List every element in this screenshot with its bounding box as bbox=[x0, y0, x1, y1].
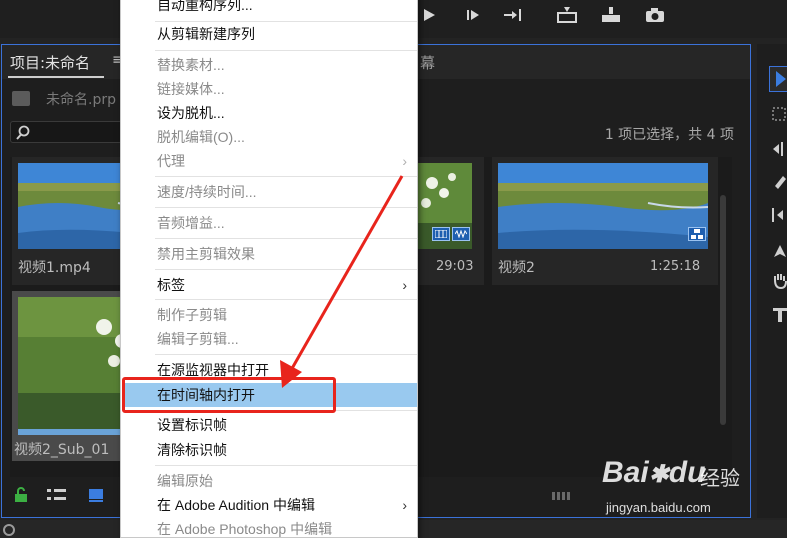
menu-item-make-subclip: 制作子剪辑 bbox=[157, 307, 227, 323]
go-to-out-icon[interactable] bbox=[502, 5, 524, 25]
menu-item-new-sequence-from-clip[interactable]: 从剪辑新建序列 bbox=[121, 22, 417, 46]
menu-item-edit-in-audition[interactable]: 在 Adobe Audition 中编辑 › bbox=[121, 493, 417, 517]
menu-item-label: 代理 bbox=[157, 153, 185, 169]
menu-item-set-poster-frame[interactable]: 设置标识帧 bbox=[121, 413, 417, 437]
search-icon bbox=[16, 125, 30, 140]
menu-separator bbox=[155, 354, 417, 355]
baidu-watermark: Bai✱du 经验 jingyan.baidu.com bbox=[602, 456, 752, 522]
project-tab-title[interactable]: 项目:未命名 bbox=[10, 52, 90, 73]
menu-item-auto-reframe[interactable]: 自动重构序列... bbox=[121, 0, 417, 17]
status-icon bbox=[2, 522, 16, 538]
vertical-scrollbar[interactable] bbox=[720, 195, 726, 425]
selection-status: 1 项已选择，共 4 项 bbox=[604, 127, 734, 143]
menu-item-audio-gain: 音频增益... bbox=[157, 215, 225, 231]
menu-item-link-media: 链接媒体... bbox=[157, 81, 225, 97]
track-select-icon[interactable] bbox=[771, 106, 787, 126]
submenu-arrow-icon: › bbox=[402, 497, 407, 513]
menu-item-proxy: 代理 › bbox=[121, 149, 417, 173]
watermark-url: jingyan.baidu.com bbox=[606, 500, 711, 515]
list-view-icon[interactable] bbox=[46, 487, 68, 507]
clip-item[interactable]: 视频2 1:25:18 bbox=[492, 157, 718, 285]
menu-separator bbox=[155, 238, 417, 239]
paw-icon: ✱ bbox=[648, 461, 669, 488]
menu-separator bbox=[155, 465, 417, 466]
menu-separator bbox=[155, 50, 417, 51]
menu-item-make-offline[interactable]: 设为脱机... bbox=[121, 101, 417, 125]
slip-tool-icon[interactable] bbox=[771, 206, 787, 226]
menu-item-label-text: 标签 bbox=[157, 277, 185, 293]
active-tab-underline bbox=[8, 76, 104, 78]
lock-icon[interactable] bbox=[14, 487, 28, 507]
watermark-logo: Bai✱du bbox=[602, 456, 706, 489]
clip-thumbnail bbox=[498, 163, 708, 249]
video-badge-icon bbox=[432, 227, 450, 241]
icon-view-icon[interactable] bbox=[88, 487, 104, 507]
menu-item-label-text: 在 Adobe Audition 中编辑 bbox=[157, 497, 315, 513]
export-frame-icon[interactable] bbox=[644, 5, 666, 25]
menu-separator bbox=[155, 269, 417, 270]
razor-tool-icon[interactable] bbox=[771, 172, 787, 192]
clip-duration: 1:25:18 bbox=[650, 259, 701, 274]
sequence-badge-icon bbox=[688, 227, 706, 241]
pen-tool-icon[interactable] bbox=[771, 242, 787, 262]
step-forward-icon[interactable] bbox=[462, 5, 484, 25]
menu-item-speed-duration: 速度/持续时间... bbox=[157, 184, 257, 200]
watermark-text: 经验 bbox=[700, 466, 740, 490]
play-icon[interactable] bbox=[418, 5, 440, 25]
insert-icon[interactable] bbox=[556, 5, 578, 25]
clip-name: 视频1.mp4 bbox=[18, 260, 91, 276]
submenu-arrow-icon: › bbox=[402, 277, 407, 293]
clip-name: 视频2 bbox=[498, 260, 535, 276]
clip-duration: 29:03 bbox=[436, 259, 474, 274]
menu-separator bbox=[155, 176, 417, 177]
zoom-slider-icon[interactable] bbox=[552, 487, 574, 506]
clip-name: 视频2_Sub_01 bbox=[14, 442, 110, 458]
hand-tool-icon[interactable] bbox=[771, 272, 787, 292]
ripple-edit-icon[interactable] bbox=[771, 140, 787, 160]
menu-item-edit-original: 编辑原始 bbox=[157, 473, 213, 489]
menu-item-clear-poster-frame[interactable]: 清除标识帧 bbox=[121, 438, 417, 462]
menu-item-edit-offline: 脱机编辑(O)... bbox=[157, 129, 245, 145]
menu-item-edit-in-photoshop: 在 Adobe Photoshop 中编辑 bbox=[157, 521, 333, 537]
project-file-name: 未命名.prp bbox=[46, 92, 116, 108]
menu-item-replace-footage: 替换素材... bbox=[157, 57, 225, 73]
context-menu: 自动重构序列... 从剪辑新建序列 替换素材... 链接媒体... 设为脱机..… bbox=[120, 0, 418, 538]
menu-item-edit-subclip: 编辑子剪辑... bbox=[157, 331, 239, 347]
audio-badge-icon bbox=[452, 227, 470, 241]
clip-item[interactable]: 29:03 bbox=[408, 157, 484, 285]
menu-item-label[interactable]: 标签 › bbox=[121, 273, 417, 297]
type-tool-icon[interactable] bbox=[771, 306, 787, 326]
menu-separator bbox=[155, 299, 417, 300]
menu-item-disable-master-clip-effects: 禁用主剪辑效果 bbox=[157, 246, 255, 262]
submenu-arrow-icon: › bbox=[402, 153, 407, 169]
annotation-highlight-box bbox=[122, 377, 336, 413]
overwrite-icon[interactable] bbox=[600, 5, 622, 25]
selection-tool-icon[interactable] bbox=[769, 66, 787, 92]
folder-icon[interactable] bbox=[12, 91, 30, 106]
tools-panel bbox=[757, 44, 787, 518]
menu-separator bbox=[155, 207, 417, 208]
tab-partial[interactable]: 幕 bbox=[420, 52, 435, 73]
search-input[interactable] bbox=[10, 121, 132, 143]
